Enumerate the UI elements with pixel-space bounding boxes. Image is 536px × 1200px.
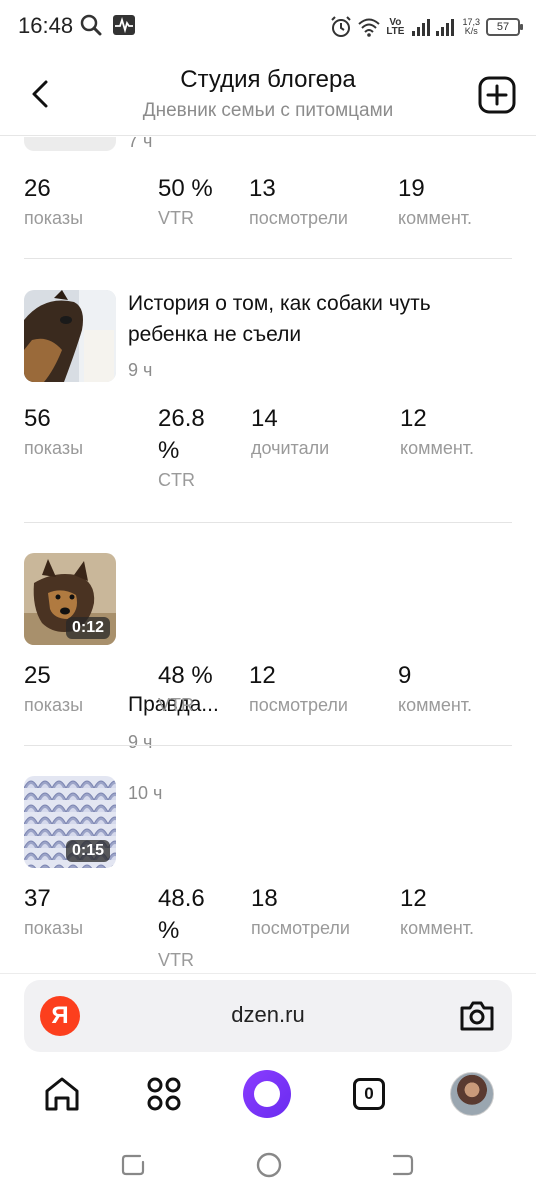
post-time: 7 ч: [128, 137, 153, 151]
nav-services[interactable]: [140, 1070, 188, 1118]
video-duration: 0:15: [65, 840, 110, 862]
nav-home[interactable]: [38, 1070, 86, 1118]
stat-views: 37 показы: [24, 885, 84, 938]
volte-indicator: Vo LTE: [386, 17, 405, 37]
status-right: Vo LTE 17,3 K/s 57: [330, 14, 523, 40]
page-title: Студия блогера: [180, 66, 356, 93]
tabs-counter: 0: [353, 1078, 385, 1110]
stat-comments: 12 коммент.: [400, 885, 475, 938]
alice-icon: [243, 1070, 291, 1118]
stat-vtr: 48.6 % VTR: [158, 885, 205, 970]
browser-address-bar[interactable]: Я dzen.ru: [24, 980, 512, 1052]
stat-views: 56 показы: [24, 405, 84, 458]
post-thumbnail[interactable]: [24, 290, 116, 382]
stat-watched: 18 посмотрели: [251, 885, 350, 938]
post-time: 10 ч: [128, 783, 163, 803]
app-header: Студия блогера Дневник семьи с питомцами: [0, 54, 536, 136]
recent-apps-icon[interactable]: [120, 1152, 146, 1178]
stat-watched: 13 посмотрели: [249, 175, 348, 228]
add-post-button[interactable]: [478, 76, 516, 114]
stat-vtr: 50 % VTR: [158, 175, 213, 228]
back-nav-icon[interactable]: [390, 1152, 416, 1178]
camera-search-icon[interactable]: [456, 996, 498, 1036]
url-text[interactable]: dzen.ru: [24, 1002, 512, 1028]
bottom-navigation: 0: [0, 1060, 536, 1130]
battery-indicator: 57: [486, 18, 523, 36]
post-time: 9 ч: [128, 360, 153, 380]
post-time: 9 ч: [128, 732, 153, 752]
stat-comments: 9 коммент.: [398, 662, 473, 715]
stat-views: 25 показы: [24, 662, 84, 715]
nav-tabs[interactable]: 0: [345, 1070, 393, 1118]
search-icon: [80, 14, 102, 36]
stat-comments: 19 коммент.: [398, 175, 473, 228]
nav-profile[interactable]: [448, 1070, 496, 1118]
stat-views: 26 показы: [24, 175, 84, 228]
activity-icon: [113, 15, 135, 35]
divider: [24, 258, 512, 259]
status-time: 16:48: [18, 13, 74, 38]
divider: [24, 745, 512, 746]
home-circle-icon[interactable]: [255, 1151, 283, 1179]
post-thumbnail[interactable]: [24, 137, 116, 151]
signal-icon: [412, 19, 455, 36]
post-thumbnail[interactable]: 0:12: [24, 553, 116, 645]
post-thumbnail[interactable]: 0:15: [24, 776, 116, 868]
divider: [24, 522, 512, 523]
alarm-icon: [331, 16, 352, 37]
avatar: [450, 1072, 494, 1116]
grid-icon: [147, 1077, 181, 1111]
post-title[interactable]: История о том, как собаки чуть ребенка н…: [128, 288, 498, 350]
dog-photo: [24, 290, 116, 382]
stat-comments: 12 коммент.: [400, 405, 475, 458]
home-icon: [45, 1077, 79, 1111]
network-speed: 17,3 K/s: [462, 17, 480, 36]
stat-read: 14 дочитали: [251, 405, 330, 458]
system-navigation: [0, 1130, 536, 1200]
feed-bottom-border: [0, 973, 536, 974]
posts-feed[interactable]: 7 ч 26 показы 50 % VTR 13 посмотрели 19 …: [0, 137, 536, 973]
page-subtitle: Дневник семьи с питомцами: [142, 100, 394, 121]
wifi-icon: [358, 18, 380, 37]
video-duration: 0:12: [65, 617, 110, 639]
stat-watched: 12 посмотрели: [249, 662, 348, 715]
nav-alice[interactable]: [243, 1070, 291, 1118]
stat-ctr: 26.8 % CTR: [158, 405, 205, 490]
stat-vtr: 48 % VTR: [158, 662, 213, 715]
status-bar: 16:48 Vo LTE 17,3 K/s 57: [0, 0, 536, 54]
